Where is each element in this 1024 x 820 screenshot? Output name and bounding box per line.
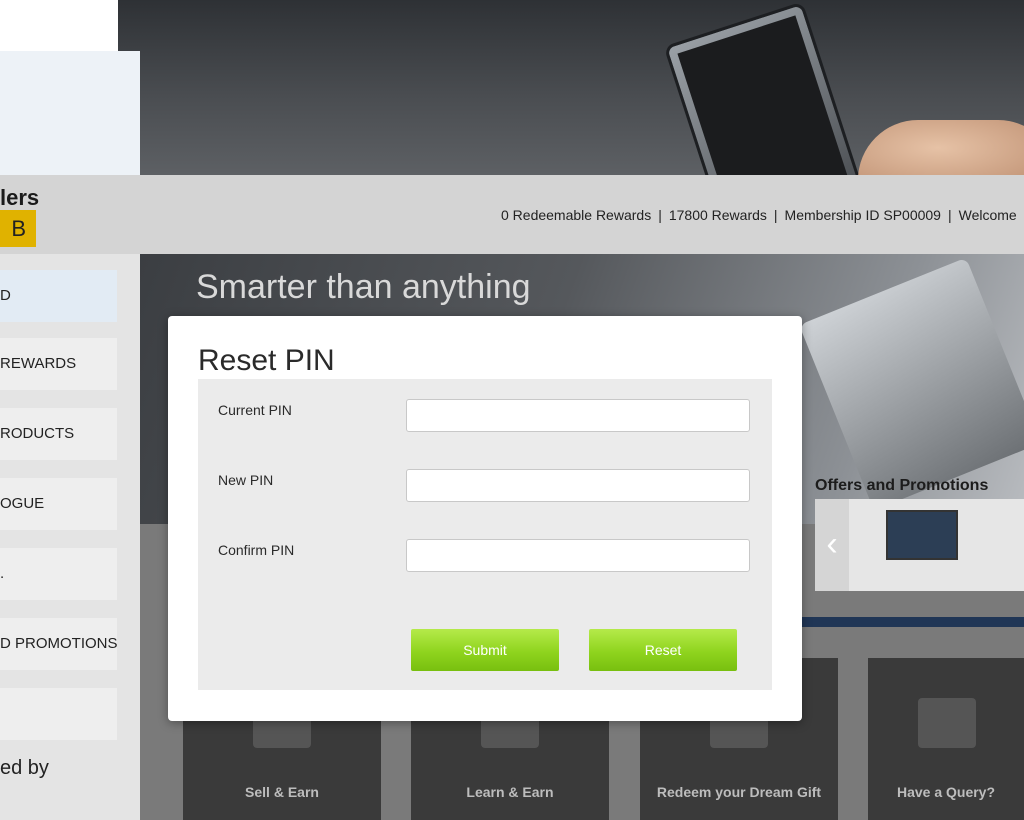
reset-pin-form: Current PIN New PIN Confirm PIN Submit R… xyxy=(198,379,772,690)
new-pin-input[interactable] xyxy=(406,469,750,502)
reset-pin-dialog: Reset PIN Current PIN New PIN Confirm PI… xyxy=(168,316,802,721)
reset-button[interactable]: Reset xyxy=(589,629,737,671)
current-pin-label: Current PIN xyxy=(218,402,292,418)
confirm-pin-label: Confirm PIN xyxy=(218,542,295,558)
confirm-pin-input[interactable] xyxy=(406,539,750,572)
submit-button[interactable]: Submit xyxy=(411,629,559,671)
current-pin-input[interactable] xyxy=(406,399,750,432)
dialog-title: Reset PIN xyxy=(198,344,335,377)
new-pin-label: New PIN xyxy=(218,472,274,488)
